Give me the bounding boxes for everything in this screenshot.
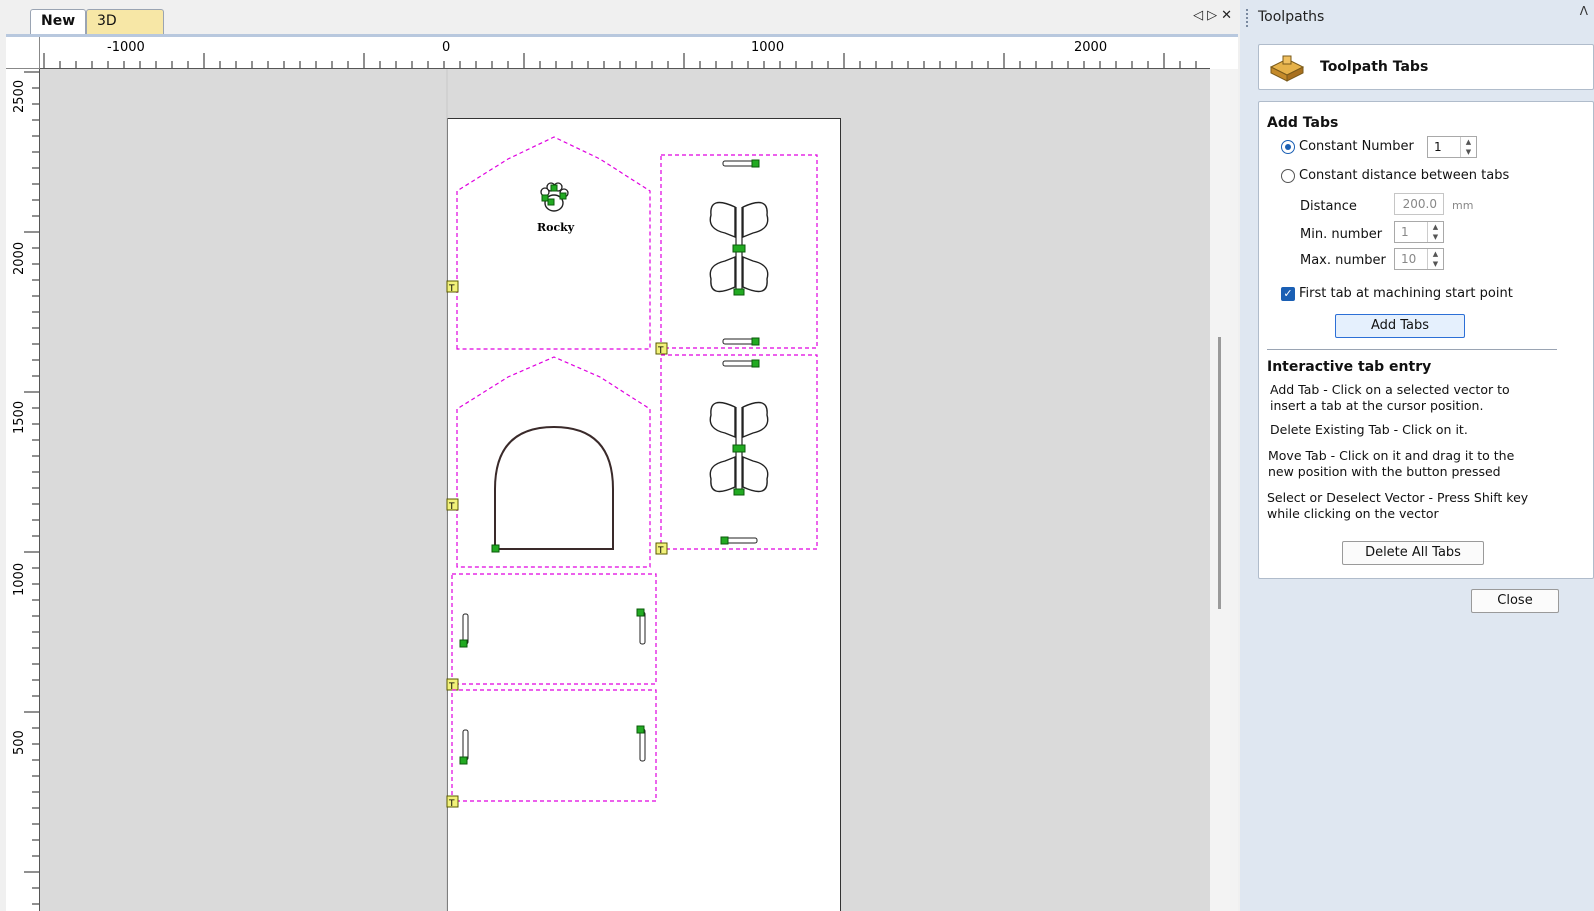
v-ruler-label: 1000	[12, 563, 27, 596]
document-tabbar: New 3D View ◁▷✕	[0, 0, 1240, 52]
distance-label: Distance	[1300, 199, 1357, 214]
tab-marker-label: T	[448, 284, 455, 294]
bone-pair-vector[interactable]	[709, 401, 769, 496]
h-ruler-label: 0	[442, 40, 450, 55]
constant-number-radio[interactable]	[1281, 140, 1295, 154]
help-move-tab: Move Tab - Click on it and drag it to th…	[1268, 448, 1515, 479]
app-window: New 3D View ◁▷✕ -1000 0 1000 2000 2500 2…	[0, 0, 1594, 911]
document-area: New 3D View ◁▷✕ -1000 0 1000 2000 2500 2…	[0, 0, 1240, 911]
section-divider	[1267, 349, 1557, 350]
max-number-stepper[interactable]: 10 ▲ ▼	[1394, 248, 1444, 270]
tab-new[interactable]: New	[30, 9, 86, 34]
vector-layer[interactable]: Rocky T T T T T T	[40, 69, 1210, 911]
start-node[interactable]	[491, 544, 500, 553]
panel-title: Toolpaths	[1258, 9, 1325, 25]
horizontal-ruler-svg: -1000 0 1000 2000	[43, 40, 1197, 68]
tab-boundary-front[interactable]	[456, 136, 651, 350]
constant-distance-label: Constant distance between tabs	[1299, 168, 1510, 183]
tab-boundary-side-2[interactable]	[451, 689, 657, 802]
tab-controls: ◁▷✕	[1193, 8, 1236, 23]
node[interactable]	[751, 337, 760, 346]
horizontal-ruler: -1000 0 1000 2000	[40, 37, 1210, 69]
distance-value: 200.0	[1402, 197, 1437, 211]
constant-number-label: Constant Number	[1299, 139, 1414, 154]
first-tab-label: First tab at machining start point	[1299, 286, 1513, 301]
v-ruler-label: 2500	[12, 80, 27, 113]
form-title: Toolpath Tabs	[1320, 59, 1429, 75]
node[interactable]	[751, 359, 760, 368]
tab-marker-label: T	[448, 799, 455, 809]
scrollbar-thumb[interactable]	[1218, 337, 1221, 609]
vertical-ruler-svg: 2500 2000 1500 1000 500	[12, 71, 39, 905]
ruler-corner	[6, 37, 40, 69]
close-button[interactable]: Close	[1471, 589, 1559, 613]
max-number-value: 10	[1401, 252, 1417, 266]
distance-field[interactable]: 200.0	[1394, 193, 1444, 215]
constant-number-value: 1	[1434, 140, 1442, 154]
scroll-tabs-right-icon[interactable]: ▷	[1207, 8, 1221, 23]
constant-distance-radio[interactable]	[1281, 169, 1295, 183]
first-tab-checkbox[interactable]: ✓	[1281, 287, 1295, 301]
distance-unit: mm	[1452, 199, 1474, 212]
node[interactable]	[636, 725, 645, 734]
tab-3d-view[interactable]: 3D View	[86, 9, 164, 52]
stepper-arrows-icon[interactable]: ▲ ▼	[1460, 137, 1476, 157]
v-ruler-label: 2000	[12, 242, 27, 275]
toolpaths-panel: Toolpaths ᐱ Toolpath Tabs Add Tabs Const…	[1240, 0, 1594, 911]
add-tabs-button[interactable]: Add Tabs	[1335, 314, 1465, 338]
tabs-settings-card: Add Tabs Constant Number 1 ▲ ▼ Constant d…	[1258, 101, 1594, 579]
toolpath-tabs-icon	[1269, 55, 1305, 82]
drawing-canvas[interactable]: Rocky T T T T T T	[40, 69, 1210, 911]
scroll-tabs-left-icon[interactable]: ◁	[1193, 8, 1207, 23]
panel-header: Toolpaths ᐱ	[1240, 0, 1594, 34]
paw-name-text[interactable]: Rocky	[537, 221, 575, 234]
min-number-stepper[interactable]: 1 ▲ ▼	[1394, 221, 1444, 243]
tab-marker-label: T	[448, 502, 455, 512]
node[interactable]	[459, 756, 468, 765]
slot-vector[interactable]	[639, 611, 646, 645]
node[interactable]	[636, 608, 645, 617]
delete-all-tabs-button[interactable]: Delete All Tabs	[1342, 541, 1484, 565]
stepper-arrows-icon[interactable]: ▲ ▼	[1427, 249, 1443, 269]
tab-boundary-back[interactable]	[456, 356, 651, 568]
tab-marker-label: T	[657, 546, 664, 556]
pin-icon[interactable]: ᐱ	[1580, 4, 1588, 18]
v-ruler-label: 1500	[12, 401, 27, 434]
vertical-scrollbar[interactable]	[1210, 69, 1238, 911]
tab-boundary-side-1[interactable]	[451, 573, 657, 685]
paw-print-icon[interactable]	[540, 182, 569, 212]
vertical-ruler: 2500 2000 1500 1000 500	[6, 69, 40, 911]
max-number-label: Max. number	[1300, 253, 1386, 268]
door-arch-vector[interactable]	[494, 425, 614, 550]
constant-number-stepper[interactable]: 1 ▲ ▼	[1427, 136, 1477, 158]
interactive-heading: Interactive tab entry	[1267, 359, 1432, 375]
h-ruler-label: 1000	[751, 40, 784, 55]
slot-vector[interactable]	[462, 729, 469, 761]
node[interactable]	[751, 159, 760, 168]
bone-pair-vector[interactable]	[709, 201, 769, 296]
stepper-arrows-icon[interactable]: ▲ ▼	[1427, 222, 1443, 242]
form-title-card: Toolpath Tabs	[1258, 44, 1594, 90]
help-delete-tab: Delete Existing Tab - Click on it.	[1270, 422, 1468, 437]
help-select-vector: Select or Deselect Vector - Press Shift …	[1267, 490, 1529, 521]
drag-grip-icon[interactable]	[1246, 9, 1249, 27]
min-number-label: Min. number	[1300, 227, 1383, 242]
node[interactable]	[720, 536, 729, 545]
h-ruler-label: 2000	[1074, 40, 1107, 55]
v-ruler-label: 500	[12, 730, 27, 755]
close-tab-icon[interactable]: ✕	[1221, 8, 1236, 23]
node[interactable]	[459, 639, 468, 648]
help-add-tab: Add Tab - Click on a selected vector to …	[1270, 382, 1510, 413]
slot-vector[interactable]	[639, 728, 646, 762]
h-ruler-label: -1000	[107, 40, 145, 55]
add-tabs-heading: Add Tabs	[1267, 115, 1339, 131]
min-number-value: 1	[1401, 225, 1409, 239]
